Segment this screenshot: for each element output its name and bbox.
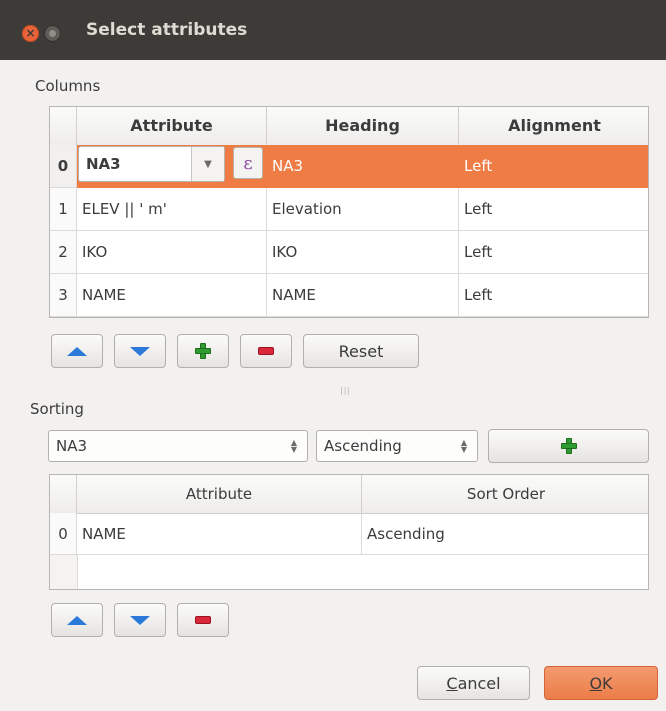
splitter-handle[interactable]: ||| [340,386,351,395]
attribute-cell[interactable]: NAME [77,513,362,555]
alignment-cell[interactable]: Left [459,188,648,231]
table-row[interactable]: 2 IKO IKO Left [50,231,648,274]
cancel-button[interactable]: Cancel [417,666,530,700]
sort-order-cell[interactable]: Ascending [362,513,648,555]
add-icon [560,438,577,454]
window-title: Select attributes [86,20,248,40]
remove-sort-button[interactable] [177,603,229,637]
add-column-button[interactable] [177,334,229,368]
sorting-label: Sorting [30,400,84,418]
column-header-alignment[interactable]: Alignment [459,107,648,145]
reset-button[interactable]: Reset [303,334,419,368]
column-header-sort-order[interactable]: Sort Order [362,475,648,513]
table-row[interactable]: 1 ELEV || ' m' Elevation Left [50,188,648,231]
sort-order-select[interactable]: Ascending ▲ ▼ [316,430,478,462]
move-down-button[interactable] [114,334,166,368]
column-header-attribute[interactable]: Attribute [77,475,362,513]
move-up-button[interactable] [51,334,103,368]
column-header-attribute[interactable]: Attribute [77,107,267,145]
close-icon[interactable]: × [22,25,39,42]
columns-table-header: Attribute Heading Alignment [50,107,648,146]
remove-icon [258,347,274,355]
add-icon [195,343,211,359]
select-attributes-dialog: × Select attributes Columns Attribute He… [0,0,666,711]
heading-cell[interactable]: NA3 [267,145,459,188]
heading-cell[interactable]: Elevation [267,188,459,231]
attribute-combobox[interactable]: NA3 ▼ [78,146,225,182]
ok-button[interactable]: OK [544,666,658,700]
corner-header [50,107,77,145]
row-header[interactable]: 3 [50,274,77,317]
cancel-button-label: Cancel [446,673,501,693]
sort-attribute-value: NA3 [56,437,88,455]
table-row[interactable]: 3 NAME NAME Left [50,274,648,317]
row-header[interactable]: 2 [50,231,77,274]
ok-button-label: OK [589,673,613,693]
alignment-cell[interactable]: Left [459,231,648,274]
spin-arrows-icon: ▲ ▼ [290,438,297,454]
row-header[interactable]: 0 [50,145,77,188]
attribute-cell[interactable]: NAME [77,274,267,317]
row-header-empty [50,555,78,589]
remove-icon [195,616,211,624]
columns-table: Attribute Heading Alignment 0 NA3 Left N… [49,106,649,318]
title-bar: × Select attributes [0,0,666,60]
sort-order-value: Ascending [324,437,402,455]
move-up-icon [67,346,87,356]
heading-cell[interactable]: NAME [267,274,459,317]
dropdown-arrow-icon[interactable]: ▼ [191,147,224,181]
move-down-icon [130,615,150,625]
add-sort-button[interactable] [488,429,649,463]
column-header-heading[interactable]: Heading [267,107,459,145]
heading-cell[interactable]: IKO [267,231,459,274]
remove-column-button[interactable] [240,334,292,368]
columns-label: Columns [35,77,101,95]
move-down-icon [130,346,150,356]
alignment-cell[interactable]: Left [459,145,648,188]
row-header[interactable]: 0 [50,513,77,555]
sort-attribute-select[interactable]: NA3 ▲ ▼ [48,430,308,462]
spin-arrows-icon: ▲ ▼ [460,438,467,454]
attribute-cell[interactable]: IKO [77,231,267,274]
move-up-icon [67,615,87,625]
attribute-cell[interactable]: ELEV || ' m' [77,188,267,231]
minimize-icon[interactable] [44,25,61,42]
table-row[interactable]: 0 NAME Ascending [50,513,648,555]
sort-move-up-button[interactable] [51,603,103,637]
alignment-cell[interactable]: Left [459,274,648,317]
expression-icon[interactable]: ε [233,147,263,179]
row-header[interactable]: 1 [50,188,77,231]
sorting-table-header: Attribute Sort Order [50,475,648,514]
sort-move-down-button[interactable] [114,603,166,637]
sorting-table: Attribute Sort Order 0 NAME Ascending [49,474,649,590]
corner-header [50,475,77,513]
attribute-combobox-value: NA3 [86,155,121,173]
